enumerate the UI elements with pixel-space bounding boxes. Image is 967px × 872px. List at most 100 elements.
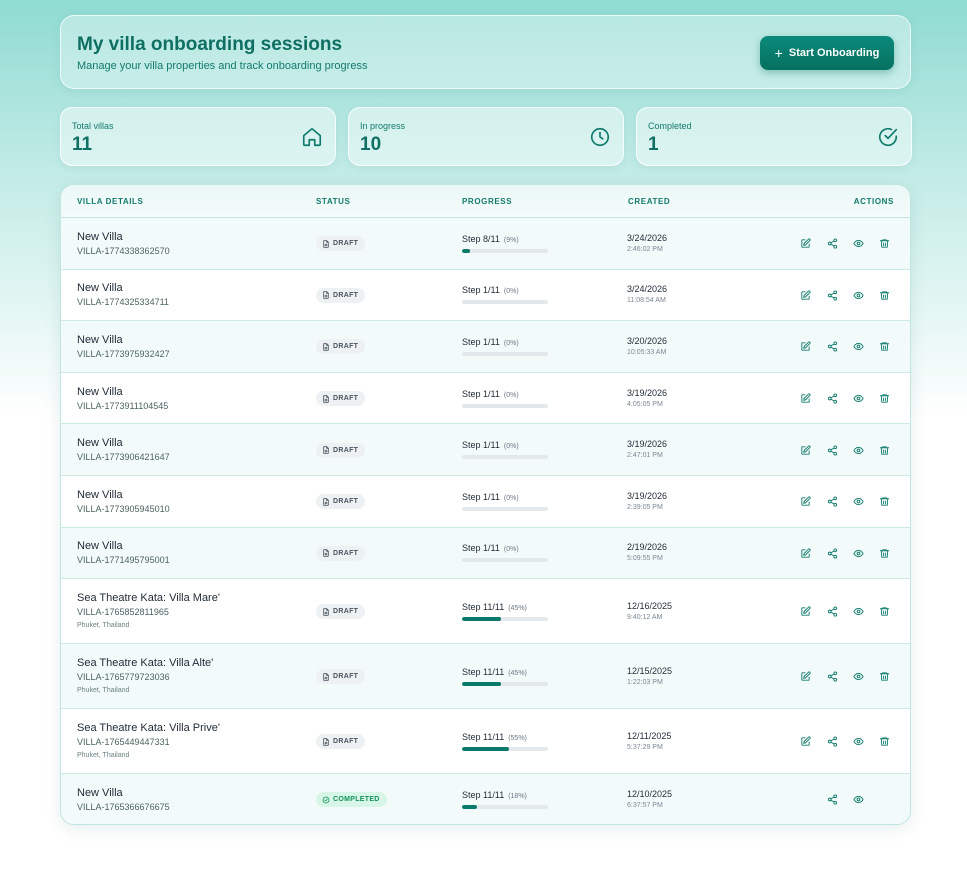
progress-step: Step 11/11 (18%) [462, 790, 527, 800]
progress-bar [462, 506, 548, 511]
document-icon [323, 737, 329, 746]
plus-icon: + [774, 45, 783, 61]
view-button[interactable] [851, 605, 865, 619]
delete-button[interactable] [877, 237, 891, 251]
delete-button[interactable] [877, 605, 891, 619]
status-label: DRAFT [333, 395, 359, 403]
table-row: New Villa VILLA-1773905945010 DRAFT Step 1/… [61, 476, 910, 528]
created-date: 12/10/2025 [627, 788, 673, 799]
status-label: DRAFT [333, 549, 359, 557]
eye-icon [852, 737, 864, 746]
progress-bar [462, 300, 548, 305]
page-title: My villa onboarding sessions [77, 34, 343, 55]
share-button[interactable] [825, 793, 839, 807]
status-badge: DRAFT [316, 442, 366, 458]
share-button[interactable] [825, 392, 839, 406]
share-button[interactable] [825, 237, 839, 251]
status-badge: DRAFT [316, 734, 366, 750]
delete-button[interactable] [877, 670, 891, 684]
created-date: 2/19/2026 [627, 542, 668, 553]
created-date: 3/20/2026 [627, 335, 668, 346]
view-button[interactable] [851, 546, 865, 560]
delete-button[interactable] [877, 288, 891, 302]
status-badge: DRAFT [316, 391, 366, 407]
page: My villa onboarding sessions Manage your… [60, 15, 912, 825]
villa-id: VILLA-1773975932427 [77, 348, 170, 359]
status-badge: DRAFT [316, 669, 366, 685]
edit-button[interactable] [798, 392, 812, 406]
edit-button[interactable] [798, 546, 812, 560]
edit-button[interactable] [798, 495, 812, 509]
edit-button[interactable] [798, 237, 812, 251]
progress-percent: (0%) [503, 443, 519, 451]
edit-button[interactable] [798, 340, 812, 354]
share-button[interactable] [825, 546, 839, 560]
progress-bar [462, 455, 548, 460]
view-button[interactable] [851, 392, 865, 406]
document-icon [323, 672, 329, 681]
edit-button[interactable] [798, 443, 812, 457]
share-button[interactable] [825, 605, 839, 619]
share-icon [827, 794, 837, 805]
status-label: DRAFT [333, 291, 359, 299]
eye-icon [852, 291, 864, 300]
delete-button[interactable] [877, 735, 891, 749]
view-button[interactable] [851, 793, 865, 807]
view-button[interactable] [851, 670, 865, 684]
document-icon [323, 446, 329, 454]
edit-button[interactable] [798, 605, 812, 619]
status-label: COMPLETED [333, 796, 380, 804]
created-time: 10:05:33 AM [627, 348, 667, 356]
delete-button[interactable] [877, 495, 891, 509]
created-date: 3/24/2026 [627, 284, 668, 295]
created-time: 2:47:01 PM [627, 452, 663, 460]
stat-total-villas: Total villas 11 [60, 107, 336, 166]
stat-label: Total villas [72, 121, 114, 131]
view-button[interactable] [851, 340, 865, 354]
delete-button[interactable] [877, 340, 891, 354]
edit-icon [800, 496, 811, 506]
column-header-actions: ACTIONS [853, 197, 894, 206]
start-onboarding-button[interactable]: + Start Onboarding [760, 36, 894, 70]
created-date: 3/19/2026 [627, 490, 668, 501]
status-label: DRAFT [333, 240, 359, 248]
view-button[interactable] [851, 495, 865, 509]
share-button[interactable] [825, 340, 839, 354]
created-time: 11:08:54 AM [627, 297, 666, 305]
villa-name: New Villa [77, 385, 123, 398]
share-button[interactable] [825, 735, 839, 749]
view-button[interactable] [851, 443, 865, 457]
view-button[interactable] [851, 237, 865, 251]
created-date: 12/16/2025 [627, 600, 673, 611]
eye-icon [852, 343, 864, 351]
share-button[interactable] [825, 670, 839, 684]
column-header-villa-details: VILLA DETAILS [77, 197, 144, 206]
home-icon [302, 127, 322, 147]
share-button[interactable] [825, 288, 839, 302]
created-time: 6:37:57 PM [627, 801, 663, 809]
table-row: New Villa VILLA-1774338362570 DRAFT Step 8/… [61, 218, 910, 270]
delete-button[interactable] [877, 392, 891, 406]
progress-bar [462, 681, 548, 686]
eye-icon [852, 672, 864, 681]
column-header-progress: PROGRESS [462, 197, 513, 206]
edit-button[interactable] [798, 735, 812, 749]
progress-percent: (45%) [508, 604, 527, 612]
document-icon [323, 394, 329, 403]
edit-button[interactable] [798, 288, 812, 302]
created-date: 3/19/2026 [627, 439, 668, 450]
progress-percent: (55%) [508, 734, 527, 742]
progress-step: Step 11/11 (55%) [462, 732, 527, 742]
table-row: New Villa VILLA-1771495795001 DRAFT Step 1/… [61, 527, 910, 580]
share-button[interactable] [825, 495, 839, 509]
view-button[interactable] [851, 735, 865, 749]
progress-step: Step 1/11 (0%) [462, 543, 519, 553]
delete-button[interactable] [877, 546, 891, 560]
trash-icon [879, 394, 889, 403]
progress-bar-fill [462, 746, 510, 751]
share-button[interactable] [825, 443, 839, 457]
delete-button[interactable] [877, 443, 891, 457]
view-button[interactable] [851, 288, 865, 302]
edit-button[interactable] [798, 670, 812, 684]
created-time: 5:09:55 PM [627, 555, 663, 563]
